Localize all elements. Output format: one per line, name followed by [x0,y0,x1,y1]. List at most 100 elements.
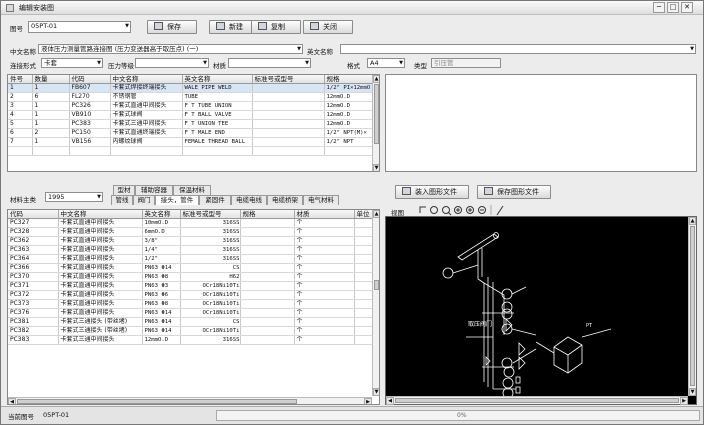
current-drawing-value: 05PT-01 [43,411,70,419]
catalog-scroll-thumb[interactable] [374,280,379,290]
tab-cable-trays[interactable]: 电缆桥架 [267,195,303,205]
cad-canvas[interactable]: 取压阀门 PT ▲ ▼ ◀ ▶ [385,216,697,405]
save-button[interactable]: 保存 [147,20,197,34]
table-row[interactable]: 3 1 PC326 卡套式直通中间接头 F T TUBE UNION 12mmO.D [8,101,373,112]
catalog-hscroll-thumb[interactable] [17,399,297,404]
table-row[interactable]: PC371 卡套式直通中间接头 PN63 Φ3 OCr18Ni10Ti 个 [8,281,373,292]
drawing-no-select[interactable]: 05PT-01 ▼ [28,21,131,33]
tab-pipelines[interactable]: 管线 [111,195,133,205]
cn-name-select[interactable]: 液体压力测量管路连接图 (压力变送器高于取压点) (一) ▼ [38,44,303,54]
chevron-down-icon: ▼ [399,60,403,66]
parts-col-qty[interactable]: 数量 [32,75,70,85]
parts-vertical-scrollbar[interactable]: ▲ ▼ [372,75,379,171]
scroll-up-icon[interactable]: ▲ [689,217,696,225]
tab-cables[interactable]: 电缆电线 [231,195,267,205]
table-row[interactable]: 6 2 PC150 卡套式直通终端接头 F T MALE END 1/2" NPT(M)× [8,128,373,139]
table-row[interactable]: PC366 卡套式直通中间接头 PN63 Φ14 CS 个 [8,263,373,274]
table-row[interactable]: 5 1 PC383 卡套式三通中间接头 F T UNION TEE 12mmO.D [8,119,373,130]
cad-drawing: 取压阀门 PT [442,232,612,399]
table-row[interactable]: PC364 卡套式直通中间接头 1/2" 316SS 个 [8,254,373,265]
pressure-label: 压力等级 [108,62,134,70]
table-row[interactable]: PC328 卡套式直通中间接头 6mmO.D 316SS 个 [8,227,373,238]
chevron-down-icon: ▼ [97,60,101,66]
table-row[interactable]: PC362 卡套式直通中间接头 3/8" 316SS 个 [8,236,373,247]
scroll-down-icon[interactable]: ▼ [373,388,379,396]
preview-box [385,74,697,172]
parts-col-code[interactable]: 代码 [69,75,111,85]
catalog-col-unit[interactable]: 单位 [354,210,373,220]
catalog-horizontal-scrollbar[interactable]: ◀ ▶ [8,397,372,404]
table-row[interactable] [8,146,373,156]
canvas-horizontal-scrollbar[interactable]: ◀ ▶ [386,396,688,405]
tab-fittings[interactable]: 接头，管件 [155,195,199,205]
import-drawing-button[interactable]: 装入图形文件 [395,185,469,199]
canvas-scroll-thumb[interactable] [690,226,695,386]
catalog-vertical-scrollbar[interactable]: ▲ ▼ [372,210,379,396]
material-label: 材质 [213,62,226,70]
catalog-col-cn-name[interactable]: 中文名称 [58,210,143,220]
table-row[interactable]: PC376 卡套式直通中间接头 PN63 Φ14 OCr18Ni10Ti 个 [8,308,373,319]
status-bar: 当前图号 05PT-01 0% [1,406,703,424]
table-row[interactable]: PC381 卡套式三通接头 (带丝堵) PN63 Φ14 CS 个 [8,317,373,328]
tab-fasteners[interactable]: 紧固件 [199,195,231,205]
scroll-right-icon[interactable]: ▶ [680,397,688,405]
canvas-vertical-scrollbar[interactable]: ▲ ▼ [688,217,696,396]
close-window-button[interactable]: ✕ [681,2,693,13]
table-row[interactable]: PC370 卡套式直通中间接头 PN63 Φ8 H62 个 [8,272,373,283]
tab-valves[interactable]: 阀门 [133,195,155,205]
scroll-down-icon[interactable]: ▼ [689,388,696,396]
minimize-button[interactable]: ─ [653,2,665,13]
parts-scroll-thumb[interactable] [374,84,379,144]
scroll-up-icon[interactable]: ▲ [373,75,379,83]
format-select[interactable]: A4 ▼ [367,58,405,68]
table-row[interactable]: PC382 卡套式三通接头 (带丝堵) PN63 Φ14 OCr18Ni10Ti 个 [8,326,373,337]
chevron-down-icon: ▼ [690,46,694,52]
scroll-up-icon[interactable]: ▲ [373,210,379,218]
save-drawing-button[interactable]: 保存图形文件 [477,185,551,199]
tab-profiles[interactable]: 型材 [113,185,135,195]
scroll-down-icon[interactable]: ▼ [373,164,379,171]
table-row[interactable]: 1 1 FB607 卡套式焊接终端接头 WALE PIPE WELD 1/2" PI×12… [8,83,373,94]
catalog-col-code[interactable]: 代码 [8,210,59,220]
tab-electrical[interactable]: 电气材料 [303,195,339,205]
en-name-select[interactable]: ▼ [340,44,696,54]
chevron-down-icon: ▼ [297,46,301,52]
close-button[interactable]: 关闭 [303,20,353,34]
catalog-col-spec[interactable]: 规格 [240,210,295,220]
material-select[interactable]: ▼ [228,58,311,68]
table-row[interactable]: PC363 卡套式直通中间接头 1/4" 316SS 个 [8,245,373,256]
catalog-tabs-row2: 管线 阀门 接头，管件 紧固件 电缆电线 电缆桥架 电气材料 [111,195,381,205]
window-title: 编辑安装图 [19,4,54,12]
canvas-hscroll-thumb[interactable] [395,398,679,403]
table-row[interactable]: PC373 卡套式直通中间接头 PN63 Φ8 OCr18Ni10Ti 个 [8,299,373,310]
app-icon [6,4,14,12]
editor-window: 编辑安装图 ─ □ ✕ 图号 05PT-01 ▼ 保存 新建 复制 关闭 中文名称… [0,0,704,425]
catalog-col-material[interactable]: 材质 [294,210,355,220]
parts-col-spec[interactable]: 规格 [324,75,373,85]
scroll-left-icon[interactable]: ◀ [386,397,394,405]
table-row[interactable]: 2 6 FL270 不锈钢管 TUBE 12mmO.D [8,92,373,103]
cn-name-label: 中文名称 [10,48,36,56]
parts-col-en-name[interactable]: 英文名称 [182,75,253,85]
catalog-col-standard[interactable]: 标准号或型号 [180,210,241,220]
tab-insulation[interactable]: 保温材料 [173,185,211,195]
table-row[interactable]: 7 1 VB156 内螺纹球阀 FEMALE THREAD BALL 1/2" NPT [8,137,373,148]
drawing-label-transmitter: PT [586,323,593,329]
tab-aux-containers[interactable]: 辅助容器 [135,185,173,195]
parts-col-cn-name[interactable]: 中文名称 [110,75,183,85]
maximize-button[interactable]: □ [667,2,679,13]
table-row[interactable]: PC383 卡套式三通中间接头 12mmO.D 316SS 个 [8,335,373,346]
parts-col-partno[interactable]: 件号 [8,75,33,85]
conn-select[interactable]: 卡套 ▼ [41,58,103,68]
table-row[interactable]: 4 1 VB910 卡套式球阀 F T BALL VALVE 12mmO.D [8,110,373,121]
scroll-left-icon[interactable]: ◀ [8,398,16,404]
table-row[interactable]: PC372 卡套式直通中间接头 PN63 Φ6 OCr18Ni10Ti 个 [8,290,373,301]
main-category-select[interactable]: 1995 ▼ [45,192,103,202]
copy-button[interactable]: 复制 [251,20,301,34]
parts-col-standard[interactable]: 标准号或型号 [252,75,325,85]
scroll-right-icon[interactable]: ▶ [364,398,372,404]
table-row[interactable]: PC327 卡套式直通中间接头 10mmO.D 316SS 个 [8,218,373,229]
pressure-select[interactable]: ▼ [135,58,209,68]
close-icon [310,22,319,30]
catalog-col-en-name[interactable]: 英文名称 [142,210,181,220]
